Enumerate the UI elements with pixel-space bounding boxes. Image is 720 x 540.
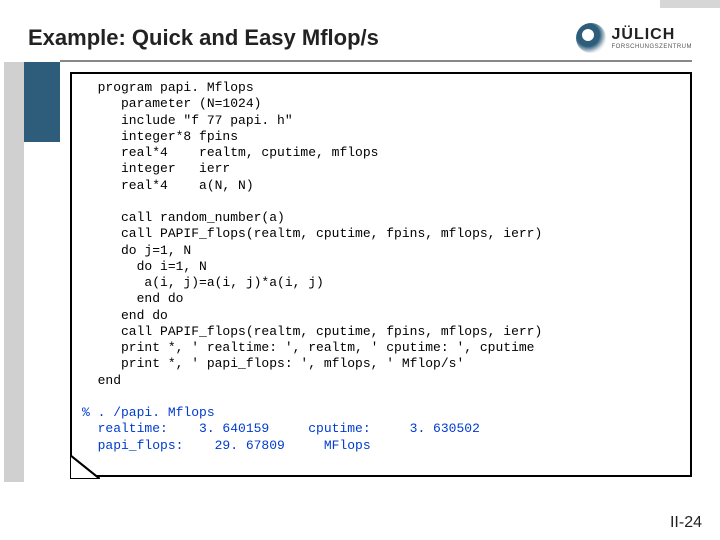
left-rail-dark [24, 62, 60, 142]
top-accent-bar [660, 0, 720, 8]
page-title: Example: Quick and Easy Mflop/s [28, 25, 379, 51]
header: Example: Quick and Easy Mflop/s JÜLICH F… [28, 18, 692, 58]
slide: Example: Quick and Easy Mflop/s JÜLICH F… [0, 0, 720, 540]
logo-mark-icon [576, 23, 606, 53]
code-panel: program papi. Mflops parameter (N=1024) … [70, 72, 692, 477]
code-lines: program papi. Mflops parameter (N=1024) … [82, 80, 542, 388]
dogear-icon [70, 455, 98, 477]
output-lines: % . /papi. Mflops realtime: 3. 640159 cp… [82, 405, 480, 453]
logo-sub-text: FORSCHUNGSZENTRUM [612, 44, 693, 50]
code-block: program papi. Mflops parameter (N=1024) … [72, 74, 690, 460]
logo-main-text: JÜLICH [612, 26, 693, 44]
page-number: II-24 [670, 514, 702, 532]
logo-text: JÜLICH FORSCHUNGSZENTRUM [612, 26, 693, 50]
header-divider [60, 60, 692, 62]
left-rail-light [4, 62, 24, 482]
logo: JÜLICH FORSCHUNGSZENTRUM [576, 23, 693, 53]
